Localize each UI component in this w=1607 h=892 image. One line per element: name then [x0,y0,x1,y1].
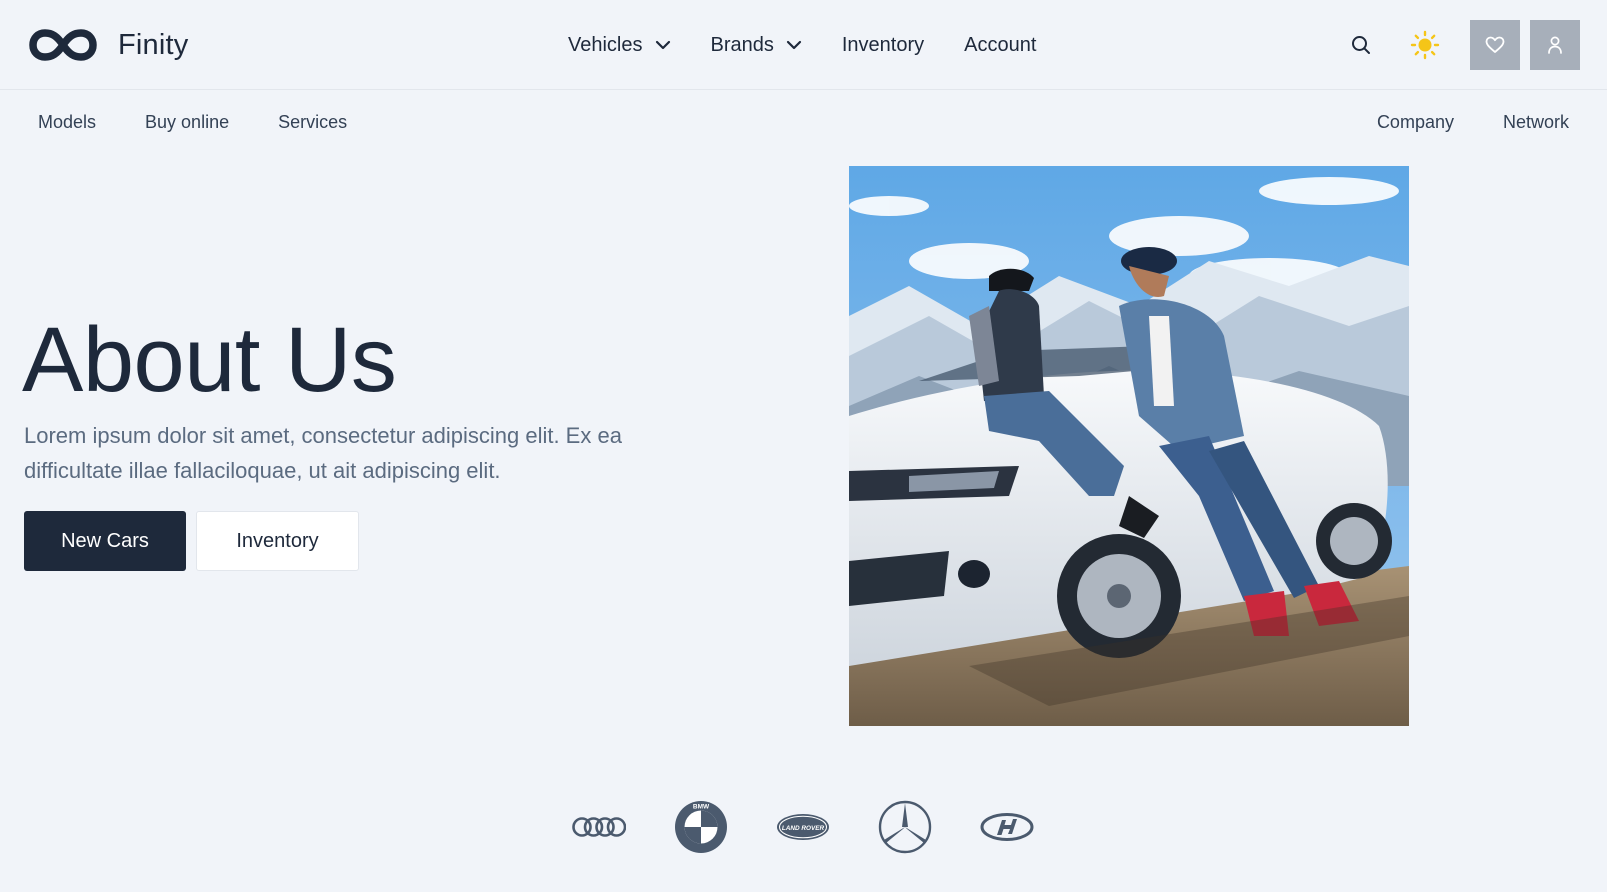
brand-logo[interactable]: Finity [28,27,189,63]
main-nav: Vehicles Brands Inventory Account [568,30,1036,60]
favorites-button[interactable] [1470,20,1520,70]
land-rover-logo-text: LAND ROVER [782,825,825,832]
new-cars-button[interactable]: New Cars [24,511,186,571]
subnav-buy-online[interactable]: Buy online [145,112,229,133]
nav-vehicles[interactable]: Vehicles [568,34,671,57]
sun-icon [1410,30,1440,60]
nav-inventory-label: Inventory [841,33,925,56]
subnav-models[interactable]: Models [38,112,96,133]
nav-account-label: Account [964,33,1037,56]
nav-account[interactable]: Account [964,34,1036,57]
user-account-button[interactable] [1530,20,1580,70]
page-title: About Us [22,309,397,411]
subnav-services[interactable]: Services [278,112,347,133]
bmw-logo-icon[interactable]: BMW [674,800,728,854]
nav-vehicles-label: Vehicles [568,33,643,56]
chevron-down-icon [655,40,670,50]
infinity-icon [28,27,98,63]
land-rover-logo-icon[interactable]: LAND ROVER [776,800,830,854]
hyundai-logo-icon[interactable] [980,800,1034,854]
heart-icon [1485,36,1505,53]
chevron-down-icon [786,40,801,50]
user-icon [1548,36,1562,54]
mercedes-logo-icon[interactable] [878,800,932,854]
brand-name: Finity [118,28,189,61]
brand-logos-row: BMW LAND ROVER [572,800,1034,854]
inventory-button[interactable]: Inventory [196,511,359,571]
secondary-nav: Models Buy online Services Company Netwo… [0,90,1607,154]
nav-brands[interactable]: Brands [711,34,802,57]
theme-toggle-button[interactable] [1400,20,1450,70]
subnav-network[interactable]: Network [1503,112,1569,133]
header-actions [1336,20,1580,70]
search-icon [1352,36,1370,54]
subnav-company[interactable]: Company [1377,112,1454,133]
nav-inventory[interactable]: Inventory [842,34,924,57]
search-button[interactable] [1336,20,1386,70]
top-navigation-bar: Finity Vehicles Brands Inventory Account [0,0,1607,90]
hero-image [849,166,1409,726]
hero-description: Lorem ipsum dolor sit amet, consectetur … [24,423,622,483]
nav-brands-label: Brands [710,33,774,56]
audi-logo-icon[interactable] [572,800,626,854]
bmw-logo-text: BMW [693,804,710,811]
